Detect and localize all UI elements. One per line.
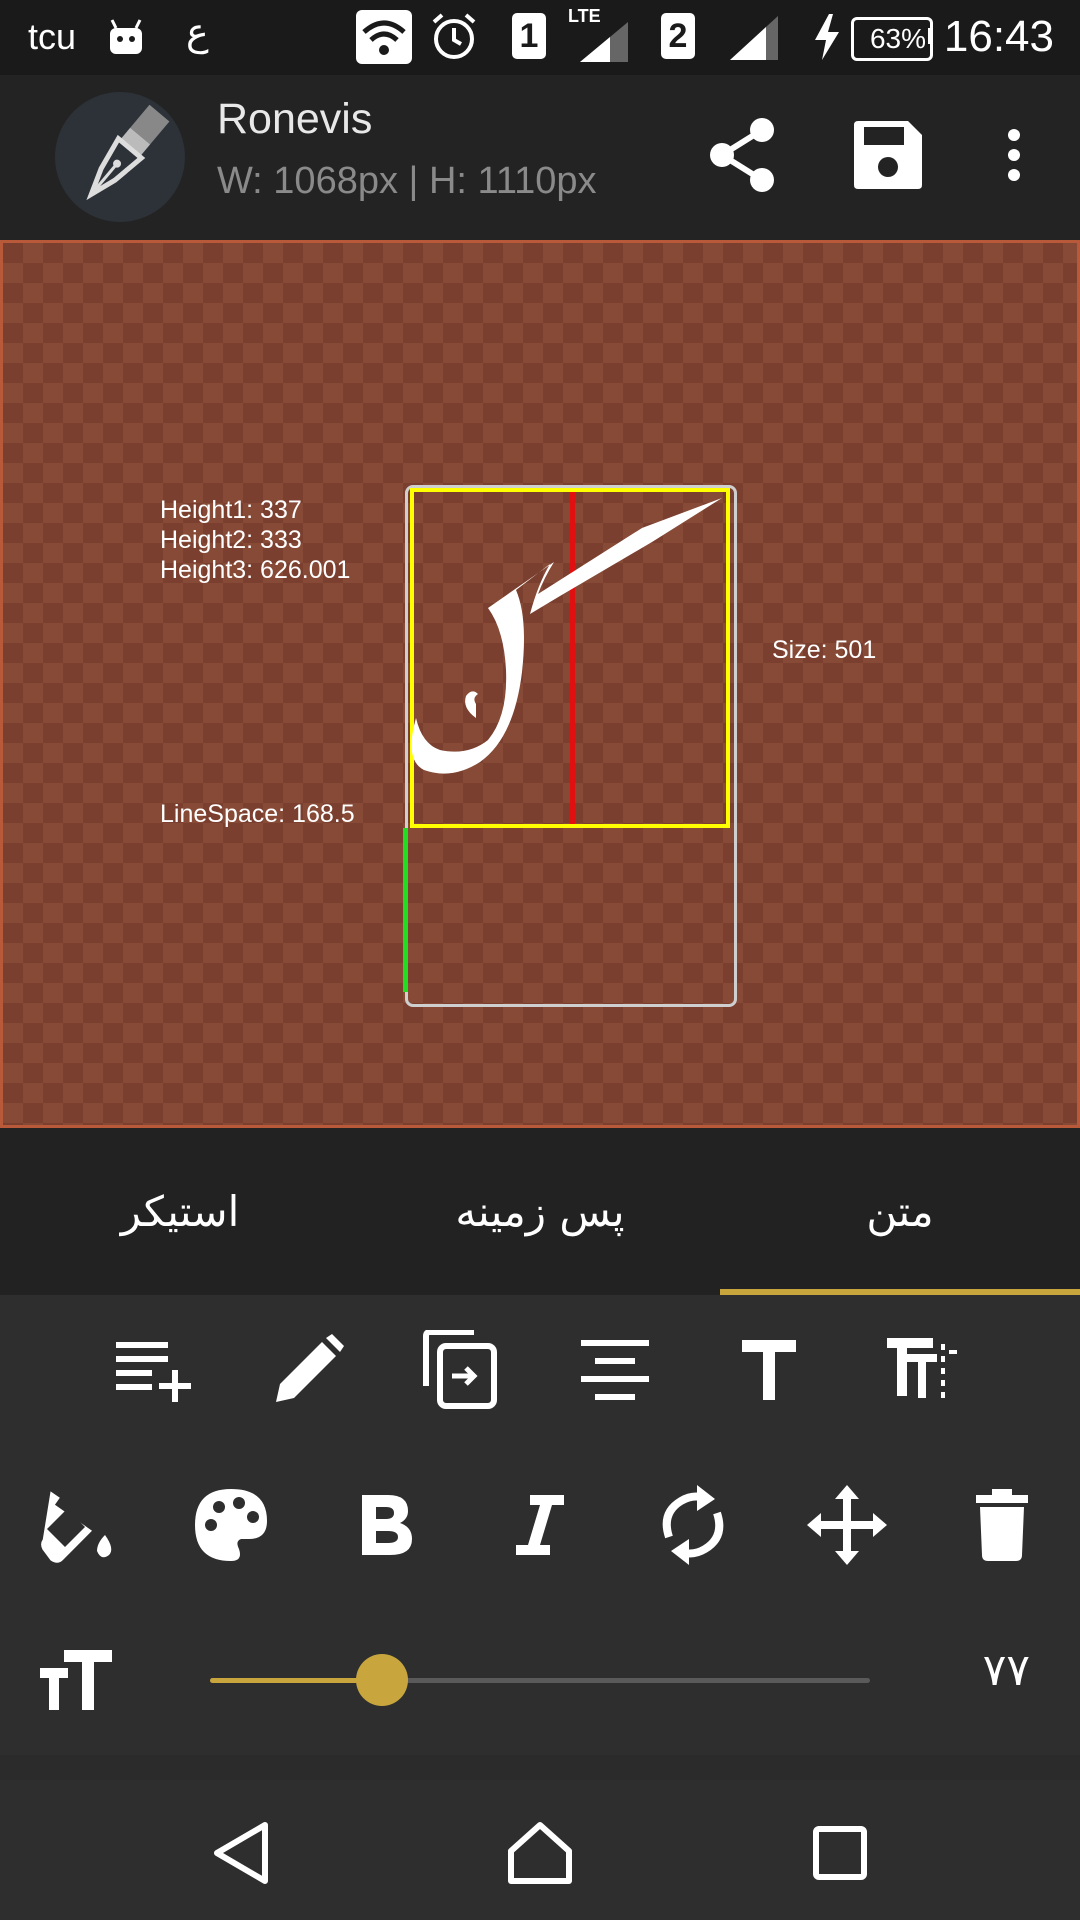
status-bar: tcu ع 1 LTE 2 63% 16:43 xyxy=(0,0,1080,75)
tab-sticker[interactable]: استیکر xyxy=(0,1128,360,1295)
add-line-button[interactable] xyxy=(104,1320,204,1420)
text-spacing-button[interactable] xyxy=(872,1320,972,1420)
share-button[interactable] xyxy=(694,105,794,205)
edit-pencil-icon xyxy=(276,1334,344,1402)
duplicate-icon xyxy=(423,1330,497,1409)
signal-sim2-icon xyxy=(730,16,778,64)
kaf-glyph xyxy=(411,498,722,774)
battery-tip xyxy=(928,28,933,44)
align-center-icon xyxy=(581,1340,649,1400)
save-button[interactable] xyxy=(838,105,938,205)
height1-readout: Height1: 337 xyxy=(160,496,302,524)
charging-icon xyxy=(813,14,841,64)
height2-readout: Height2: 333 xyxy=(160,526,302,554)
font-button[interactable] xyxy=(719,1320,819,1420)
carrier-label: tcu xyxy=(28,16,77,57)
back-icon xyxy=(214,1822,268,1884)
battery-indicator: 63% xyxy=(851,17,933,61)
text-size-icon xyxy=(40,1650,112,1710)
android-icon xyxy=(108,14,144,62)
duplicate-button[interactable] xyxy=(410,1320,510,1420)
clock: 16:43 xyxy=(943,12,1054,61)
nav-back-button[interactable] xyxy=(191,1803,291,1903)
nav-recents-button[interactable] xyxy=(790,1803,890,1903)
save-icon xyxy=(854,121,922,189)
size-readout: Size: 501 xyxy=(772,636,877,664)
rotate-icon xyxy=(662,1485,724,1565)
text-size-label xyxy=(26,1630,126,1730)
overflow-menu-button[interactable] xyxy=(964,105,1064,205)
bold-button[interactable] xyxy=(336,1475,436,1575)
height3-readout: Height3: 626.001 xyxy=(160,556,351,584)
editor-tabs: استیکر پس زمینه متن xyxy=(0,1128,1080,1295)
sim2-badge: 2 xyxy=(661,13,695,59)
size-value: ۷۷ xyxy=(982,1645,1030,1696)
more-vert-icon xyxy=(1008,129,1020,181)
linespace-readout: LineSpace: 168.5 xyxy=(160,800,355,828)
tab-background[interactable]: پس زمینه xyxy=(360,1128,720,1295)
linespace-guide-line xyxy=(403,828,408,992)
tab-text[interactable]: متن xyxy=(720,1128,1080,1295)
size-slider-thumb[interactable] xyxy=(355,1654,408,1706)
pen-nib-icon xyxy=(86,104,170,201)
share-icon xyxy=(710,118,774,192)
delete-button[interactable] xyxy=(952,1475,1052,1575)
italic-button[interactable] xyxy=(490,1475,590,1575)
rotate-button[interactable] xyxy=(643,1475,743,1575)
app-title: Ronevis xyxy=(217,95,373,143)
text-spacing-icon xyxy=(887,1338,957,1398)
delete-icon xyxy=(976,1489,1028,1561)
wifi-icon xyxy=(356,10,412,68)
editor-canvas[interactable]: Height1: 337 Height2: 333 Height3: 626.0… xyxy=(0,240,1080,1128)
alarm-icon xyxy=(430,12,478,66)
bold-icon xyxy=(362,1495,412,1555)
color-button[interactable] xyxy=(181,1475,281,1575)
move-button[interactable] xyxy=(797,1475,897,1575)
canvas-dimensions: W: 1068px | H: 1110px xyxy=(217,160,597,202)
move-icon xyxy=(807,1485,887,1565)
nav-home-button[interactable] xyxy=(490,1803,590,1903)
app-logo[interactable] xyxy=(55,92,185,222)
battery-label: 63% xyxy=(869,23,926,54)
add-line-icon xyxy=(116,1342,191,1402)
notification-glyph: ع xyxy=(186,12,209,54)
signal-sim1-icon xyxy=(580,22,628,66)
fill-button[interactable] xyxy=(27,1475,127,1575)
recents-icon xyxy=(813,1826,867,1880)
home-icon xyxy=(508,1822,572,1884)
palette-icon xyxy=(195,1489,267,1561)
sim1-badge: 1 xyxy=(512,13,546,59)
text-icon xyxy=(742,1340,796,1400)
fill-bucket-icon xyxy=(41,1491,112,1563)
edit-text-button[interactable] xyxy=(258,1320,358,1420)
italic-icon xyxy=(516,1495,564,1555)
align-center-button[interactable] xyxy=(565,1320,665,1420)
